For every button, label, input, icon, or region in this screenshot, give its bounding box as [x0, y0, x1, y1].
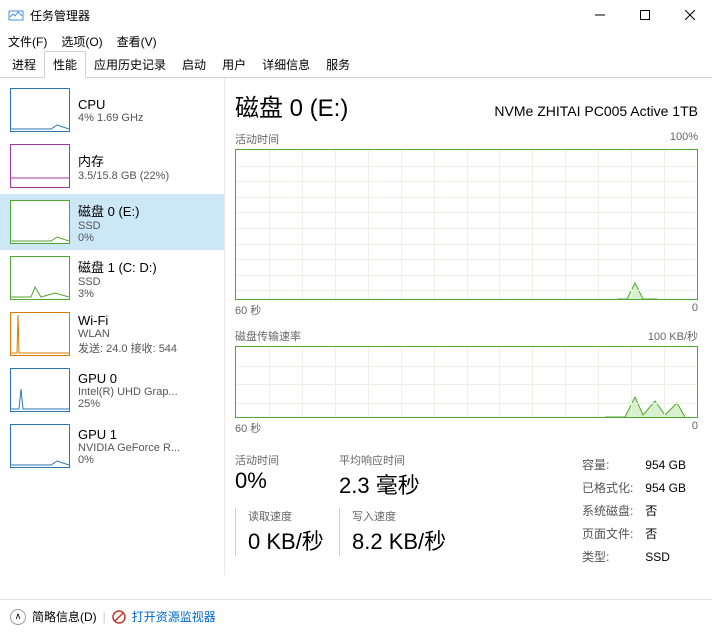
item-name: 内存: [78, 151, 169, 170]
footer: ∧ 简略信息(D) | 打开资源监视器: [0, 599, 712, 633]
chart1-axis-left: 60 秒: [235, 302, 261, 318]
thumb-icon: [10, 312, 70, 356]
perf-main: 磁盘 0 (E:) NVMe ZHITAI PC005 Active 1TB 活…: [225, 78, 712, 575]
item-sub2: 0%: [78, 232, 139, 244]
menu-file[interactable]: 文件(F): [6, 33, 49, 50]
item-name: GPU 0: [78, 371, 178, 386]
tab-0[interactable]: 进程: [4, 52, 44, 77]
disk-properties: 容量:954 GB 已格式化:954 GB 系统磁盘:否 页面文件:否 类型:S…: [580, 452, 698, 569]
read-speed-label: 读取速度: [248, 508, 325, 524]
item-sub1: WLAN: [78, 328, 177, 340]
sidebar-item-0[interactable]: CPU4% 1.69 GHz: [0, 82, 224, 138]
activity-chart: [235, 149, 698, 300]
chart2-axis-right: 0: [692, 420, 698, 436]
sidebar-item-1[interactable]: 内存3.5/15.8 GB (22%): [0, 138, 224, 194]
sidebar-item-6[interactable]: GPU 1NVIDIA GeForce R...0%: [0, 418, 224, 474]
item-name: Wi-Fi: [78, 313, 177, 328]
app-icon: [8, 7, 24, 23]
thumb-icon: [10, 256, 70, 300]
active-time-label: 活动时间: [235, 452, 325, 468]
avg-response-label: 平均响应时间: [339, 452, 429, 468]
item-sub1: Intel(R) UHD Grap...: [78, 386, 178, 398]
collapse-icon[interactable]: ∧: [10, 609, 26, 625]
brief-info-link[interactable]: 简略信息(D): [32, 608, 97, 625]
minimize-button[interactable]: [577, 0, 622, 30]
sidebar-item-5[interactable]: GPU 0Intel(R) UHD Grap...25%: [0, 362, 224, 418]
disk-title: 磁盘 0 (E:): [235, 88, 348, 123]
sidebar-item-3[interactable]: 磁盘 1 (C: D:)SSD3%: [0, 250, 224, 306]
tab-5[interactable]: 详细信息: [254, 52, 318, 77]
menu-view[interactable]: 查看(V): [115, 33, 159, 50]
chart2-label-left: 磁盘传输速率: [235, 328, 301, 344]
avg-response-value: 2.3 毫秒: [339, 468, 429, 500]
title-bar: 任务管理器: [0, 0, 712, 30]
thumb-icon: [10, 144, 70, 188]
chart1-label-right: 100%: [670, 131, 698, 147]
window-title: 任务管理器: [30, 7, 577, 24]
item-sub2: 0%: [78, 454, 180, 466]
thumb-icon: [10, 368, 70, 412]
thumb-icon: [10, 200, 70, 244]
item-sub1: 4% 1.69 GHz: [78, 112, 143, 124]
open-resmon-link[interactable]: 打开资源监视器: [132, 608, 216, 625]
tab-1[interactable]: 性能: [44, 51, 86, 78]
tab-2[interactable]: 应用历史记录: [86, 52, 174, 77]
sidebar-item-4[interactable]: Wi-FiWLAN发送: 24.0 接收: 544: [0, 306, 224, 362]
item-sub2: 25%: [78, 398, 178, 410]
transfer-chart: [235, 346, 698, 418]
item-sub1: SSD: [78, 220, 139, 232]
item-sub1: SSD: [78, 276, 157, 288]
maximize-button[interactable]: [622, 0, 667, 30]
active-time-value: 0%: [235, 468, 325, 494]
sidebar-item-2[interactable]: 磁盘 0 (E:)SSD0%: [0, 194, 224, 250]
resmon-icon: [112, 610, 126, 624]
tab-3[interactable]: 启动: [174, 52, 214, 77]
thumb-icon: [10, 88, 70, 132]
close-button[interactable]: [667, 0, 712, 30]
tab-6[interactable]: 服务: [318, 52, 358, 77]
item-sub1: NVIDIA GeForce R...: [78, 442, 180, 454]
item-name: CPU: [78, 97, 143, 112]
write-speed-value: 8.2 KB/秒: [352, 524, 446, 556]
tab-4[interactable]: 用户: [214, 52, 254, 77]
thumb-icon: [10, 424, 70, 468]
write-speed-label: 写入速度: [352, 508, 446, 524]
perf-sidebar[interactable]: CPU4% 1.69 GHz内存3.5/15.8 GB (22%)磁盘 0 (E…: [0, 78, 225, 575]
chart2-label-right: 100 KB/秒: [648, 328, 698, 344]
read-speed-value: 0 KB/秒: [248, 524, 325, 556]
menu-options[interactable]: 选项(O): [59, 33, 104, 50]
chart1-label-left: 活动时间: [235, 131, 279, 147]
disk-model: NVMe ZHITAI PC005 Active 1TB: [494, 103, 698, 119]
item-name: 磁盘 1 (C: D:): [78, 257, 157, 276]
item-sub2: 发送: 24.0 接收: 544: [78, 340, 177, 356]
item-sub2: 3%: [78, 288, 157, 300]
item-name: 磁盘 0 (E:): [78, 201, 139, 220]
chart2-axis-left: 60 秒: [235, 420, 261, 436]
item-sub1: 3.5/15.8 GB (22%): [78, 170, 169, 182]
menu-bar: 文件(F) 选项(O) 查看(V): [0, 30, 712, 52]
item-name: GPU 1: [78, 427, 180, 442]
chart1-axis-right: 0: [692, 302, 698, 318]
tab-strip: 进程性能应用历史记录启动用户详细信息服务: [0, 52, 712, 78]
